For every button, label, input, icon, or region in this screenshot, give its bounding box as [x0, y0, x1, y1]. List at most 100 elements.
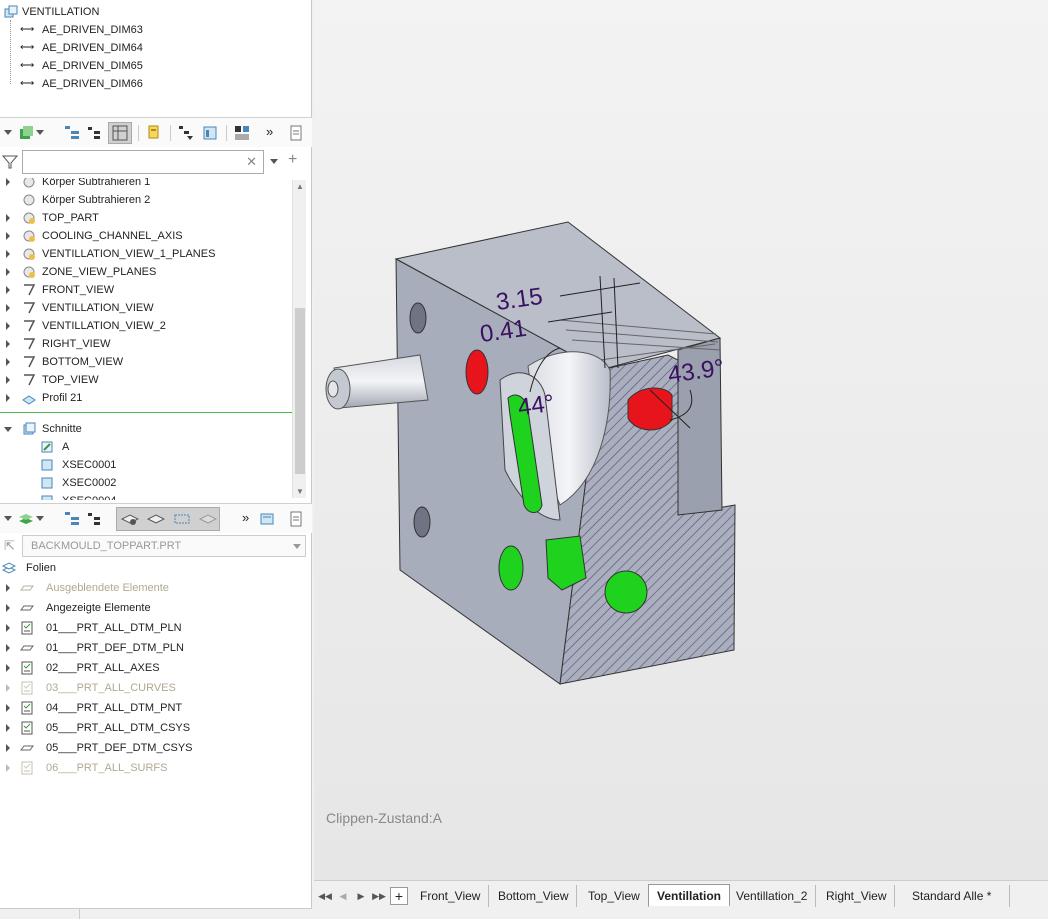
layer-item[interactable]: 03___PRT_ALL_CURVES: [6, 679, 306, 697]
filter-tree-icon[interactable]: [178, 125, 194, 141]
tree-item-section[interactable]: A: [40, 438, 290, 456]
layer-show-icon[interactable]: [147, 511, 165, 527]
scroll-up-icon[interactable]: ▲: [296, 182, 304, 191]
tree-item-dim63[interactable]: ⟷ AE_DRIVEN_DIM63: [20, 21, 300, 39]
tree-settings-icon[interactable]: [202, 125, 218, 141]
tree-item[interactable]: TOP_VIEW: [4, 371, 290, 389]
tree-item[interactable]: VENTILLATION_VIEW_1_PLANES: [4, 245, 290, 263]
view-icon: [24, 374, 36, 386]
separator: [226, 125, 227, 141]
scroll-thumb[interactable]: [295, 308, 305, 474]
tree-item-label: VENTILLATION_VIEW_2: [42, 320, 166, 332]
layer-properties-icon[interactable]: [260, 511, 276, 527]
section-icon: [41, 441, 53, 453]
tab-ventillation-2[interactable]: Ventillation_2: [728, 885, 817, 907]
dropdown-icon[interactable]: [36, 516, 44, 521]
layer-item-label: 02___PRT_ALL_AXES: [46, 662, 160, 674]
tab-bottom-view[interactable]: Bottom_View: [490, 885, 578, 907]
layer-item[interactable]: 05___PRT_ALL_DTM_CSYS: [6, 719, 306, 737]
tree-expand-icon[interactable]: [64, 125, 80, 141]
layer-item[interactable]: 04___PRT_ALL_DTM_PNT: [6, 699, 306, 717]
insert-marker[interactable]: [0, 412, 292, 413]
add-tab-button[interactable]: +: [390, 887, 408, 905]
layer-item[interactable]: 01___PRT_DEF_DTM_PLN: [6, 639, 306, 657]
columns-icon[interactable]: [234, 125, 250, 141]
clip-state-label: Clippen-Zustand:A: [326, 810, 442, 826]
layer-item[interactable]: 05___PRT_DEF_DTM_CSYS: [6, 739, 306, 757]
layer-blank-icon[interactable]: [199, 511, 217, 527]
scroll-down-icon[interactable]: ▼: [296, 487, 304, 496]
layer-item-label: 03___PRT_ALL_CURVES: [46, 682, 176, 694]
layer-item[interactable]: 02___PRT_ALL_AXES: [6, 659, 306, 677]
tree-item-dim65[interactable]: ⟷ AE_DRIVEN_DIM65: [20, 57, 300, 75]
tree-item[interactable]: Profil 21: [4, 389, 290, 407]
collapse-toolbar-icon[interactable]: [4, 516, 12, 521]
body-icon: [23, 266, 35, 278]
tree-item-label: A: [62, 441, 70, 453]
document-icon[interactable]: [288, 125, 304, 141]
layer-item-label: 01___PRT_DEF_DTM_PLN: [46, 642, 184, 654]
tab-right-view[interactable]: Right_View: [818, 885, 896, 907]
feature-tree-scrollbar[interactable]: ▲ ▼: [292, 180, 306, 498]
chevron-down-icon: [293, 544, 301, 549]
tree-item[interactable]: FRONT_VIEW: [4, 281, 290, 299]
layer-rule-icon: [21, 661, 33, 675]
tab-front-view[interactable]: Front_View: [412, 885, 490, 907]
layer-item[interactable]: Angezeigte Elemente: [6, 599, 306, 617]
tree-item[interactable]: VENTILLATION_VIEW: [4, 299, 290, 317]
tree-root-ventillation[interactable]: VENTILLATION: [4, 3, 304, 21]
clear-icon[interactable]: ✕: [246, 154, 257, 170]
pointer-icon[interactable]: ⇱: [4, 538, 15, 554]
tab-standard-alle[interactable]: Standard Alle *: [898, 885, 1010, 907]
layer-hide-icon[interactable]: [121, 511, 139, 527]
tree-item-section[interactable]: XSEC0001: [40, 456, 290, 474]
tree-item[interactable]: Körper Subtrahieren 2: [4, 191, 290, 209]
layer-item-label: 05___PRT_DEF_DTM_CSYS: [46, 742, 193, 754]
tree-columns-icon[interactable]: [86, 511, 102, 527]
tree-item-dim64[interactable]: ⟷ AE_DRIVEN_DIM64: [20, 39, 300, 57]
tree-item-sections[interactable]: Schnitte: [4, 420, 290, 438]
more-chevron-icon[interactable]: »: [242, 510, 249, 525]
tree-item[interactable]: ZONE_VIEW_PLANES: [4, 263, 290, 281]
model-3d-view[interactable]: [314, 0, 1048, 880]
next-tab-icon[interactable]: ▶: [354, 888, 368, 904]
dropdown-icon[interactable]: [36, 130, 44, 135]
layers-root[interactable]: Folien: [2, 559, 302, 577]
graphics-viewport[interactable]: 3.15 0.41 44° 43.9° Clippen-Zustand:A: [314, 0, 1048, 880]
tree-item-section[interactable]: XSEC0004: [40, 492, 290, 500]
layer-item[interactable]: 06___PRT_ALL_SURFS: [6, 759, 306, 777]
tab-top-view[interactable]: Top_View: [580, 885, 649, 907]
add-icon[interactable]: +: [288, 151, 297, 169]
layer-item[interactable]: Ausgeblendete Elemente: [6, 579, 306, 597]
show-toggle-button[interactable]: [108, 122, 132, 144]
tree-item[interactable]: RIGHT_VIEW: [4, 335, 290, 353]
tab-ventillation[interactable]: Ventillation: [648, 884, 731, 906]
section-icon: [41, 459, 53, 471]
filter-input[interactable]: [27, 152, 242, 172]
tree-item[interactable]: COOLING_CHANNEL_AXIS: [4, 227, 290, 245]
last-tab-icon[interactable]: ▶▶: [372, 888, 386, 904]
tree-item[interactable]: Körper Subtrahieren 1: [4, 178, 290, 191]
prev-tab-icon[interactable]: ◀: [336, 888, 350, 904]
dimension-label[interactable]: 44°: [516, 390, 556, 423]
collapse-toolbar-icon[interactable]: [4, 130, 12, 135]
model-tree-icon[interactable]: [18, 125, 34, 141]
layer-isolate-icon[interactable]: [173, 511, 191, 527]
tree-columns-icon[interactable]: [86, 125, 102, 141]
model-select[interactable]: BACKMOULD_TOPPART.PRT: [22, 535, 306, 557]
tree-item-section[interactable]: XSEC0002: [40, 474, 290, 492]
tree-item[interactable]: BOTTOM_VIEW: [4, 353, 290, 371]
filter-dropdown-icon[interactable]: [270, 159, 278, 164]
filter-icon[interactable]: [2, 154, 18, 170]
tree-expand-icon[interactable]: [64, 511, 80, 527]
more-chevron-icon[interactable]: »: [266, 124, 273, 139]
layers-icon[interactable]: [18, 511, 34, 527]
settings-icon[interactable]: [146, 125, 162, 141]
tree-item-dim66[interactable]: ⟷ AE_DRIVEN_DIM66: [20, 75, 300, 93]
first-tab-icon[interactable]: ◀◀: [318, 888, 332, 904]
document-icon[interactable]: [288, 511, 304, 527]
model-select-value: BACKMOULD_TOPPART.PRT: [31, 540, 182, 552]
tree-item[interactable]: TOP_PART: [4, 209, 290, 227]
tree-item[interactable]: VENTILLATION_VIEW_2: [4, 317, 290, 335]
layer-item[interactable]: 01___PRT_ALL_DTM_PLN: [6, 619, 306, 637]
